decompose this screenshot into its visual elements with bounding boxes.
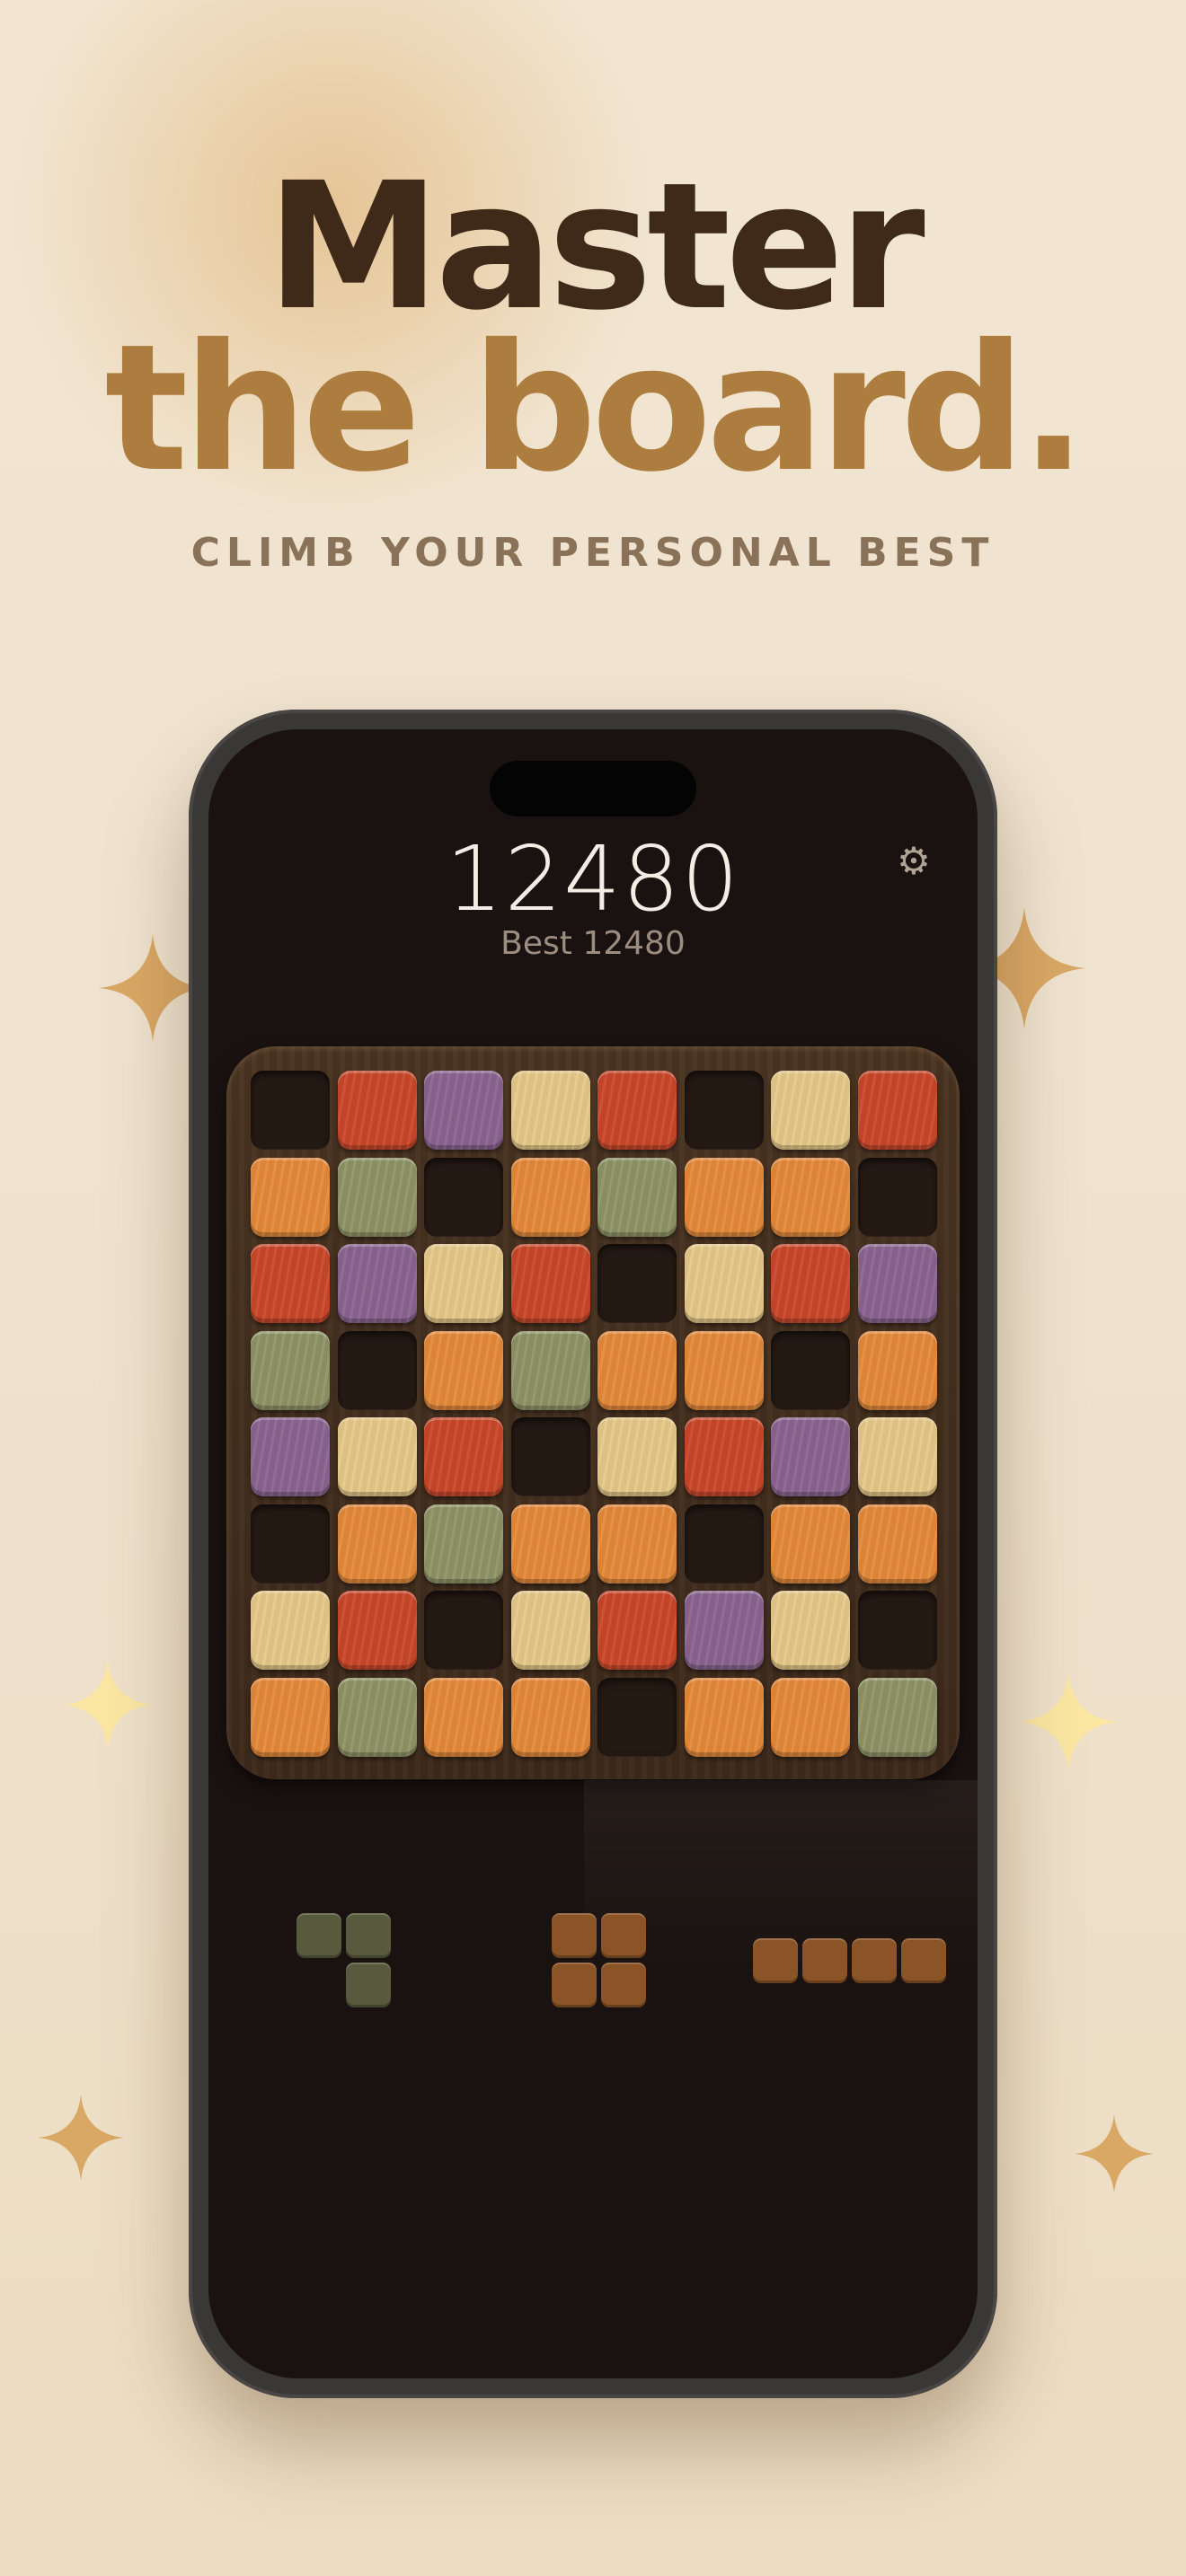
best-score: Best 12480 [500,925,686,962]
piece-block [346,1963,391,2007]
board-block[interactable] [597,1157,677,1237]
board-cell-empty[interactable] [857,1591,937,1670]
board-block[interactable] [597,1504,677,1584]
board-block[interactable] [771,1244,850,1323]
board-block[interactable] [510,1157,590,1237]
board-block[interactable] [597,1417,677,1496]
board-cell-empty[interactable] [597,1677,677,1757]
board-block[interactable] [337,1244,417,1323]
board-block[interactable] [684,1677,764,1757]
board-block[interactable] [510,1591,590,1670]
sparkle-icon [1075,2114,1154,2193]
board-cell-empty[interactable] [424,1157,503,1237]
board-block[interactable] [684,1330,764,1410]
phone-screen: 12480 Best 12480 ⚙ [208,729,978,2378]
settings-gear-icon[interactable]: ⚙ [891,839,936,884]
board-block[interactable] [510,1071,590,1150]
board-block[interactable] [771,1591,850,1670]
board-block[interactable] [857,1071,937,1150]
board-block[interactable] [337,1157,417,1237]
sparkle-icon [1019,1672,1118,1771]
board-block[interactable] [424,1504,503,1584]
board-cell-empty[interactable] [684,1071,764,1150]
board-block[interactable] [337,1071,417,1150]
board-block[interactable] [771,1071,850,1150]
piece-block [852,1938,897,1983]
board-block[interactable] [510,1244,590,1323]
board-block[interactable] [337,1677,417,1757]
piece-block [346,1913,391,1958]
board-block[interactable] [510,1330,590,1410]
game-board[interactable] [226,1046,960,1779]
board-block[interactable] [597,1591,677,1670]
piece-block [552,1913,597,1958]
board-block[interactable] [424,1330,503,1410]
board-block[interactable] [771,1677,850,1757]
board-cell-empty[interactable] [857,1157,937,1237]
piece-block [552,1963,597,2007]
board-block[interactable] [251,1591,330,1670]
piece-block [601,1963,646,2007]
board-cell-empty[interactable] [337,1330,417,1410]
phone-frame: 12480 Best 12480 ⚙ [189,710,997,2398]
board-block[interactable] [424,1677,503,1757]
board-block[interactable] [337,1591,417,1670]
board-cell-empty[interactable] [597,1244,677,1323]
board-block[interactable] [424,1071,503,1150]
headline-line-2: the board. [104,306,1086,510]
board-block[interactable] [337,1504,417,1584]
board-block[interactable] [510,1504,590,1584]
board-cell-empty[interactable] [684,1504,764,1584]
board-block[interactable] [684,1157,764,1237]
sparkle-icon [63,1660,153,1750]
board-block[interactable] [771,1504,850,1584]
board-cell-empty[interactable] [251,1504,330,1584]
sparkle-icon [38,2095,124,2181]
board-block[interactable] [857,1417,937,1496]
board-block[interactable] [597,1071,677,1150]
board-cell-empty[interactable] [510,1417,590,1496]
board-block[interactable] [424,1417,503,1496]
board-block[interactable] [251,1677,330,1757]
board-block[interactable] [337,1417,417,1496]
piece-block [802,1938,847,1983]
board-block[interactable] [857,1244,937,1323]
board-block[interactable] [857,1504,937,1584]
board-block[interactable] [684,1591,764,1670]
board-block[interactable] [251,1157,330,1237]
board-block[interactable] [251,1417,330,1496]
piece-block [296,1913,341,1958]
board-cell-empty[interactable] [251,1071,330,1150]
board-block[interactable] [684,1417,764,1496]
piece-block [753,1938,798,1983]
board-block[interactable] [857,1330,937,1410]
board-block[interactable] [251,1244,330,1323]
board-block[interactable] [771,1157,850,1237]
board-block[interactable] [597,1330,677,1410]
board-cell-empty[interactable] [771,1330,850,1410]
dynamic-island [490,761,696,816]
piece-block [901,1938,946,1983]
score-display: 12480 [445,826,741,931]
board-block[interactable] [857,1677,937,1757]
board-block[interactable] [251,1330,330,1410]
board-block[interactable] [684,1244,764,1323]
board-block[interactable] [510,1677,590,1757]
board-block[interactable] [424,1244,503,1323]
tagline: CLIMB YOUR PERSONAL BEST [190,530,996,576]
board-cell-empty[interactable] [424,1591,503,1670]
board-block[interactable] [771,1417,850,1496]
piece-block [601,1913,646,1958]
